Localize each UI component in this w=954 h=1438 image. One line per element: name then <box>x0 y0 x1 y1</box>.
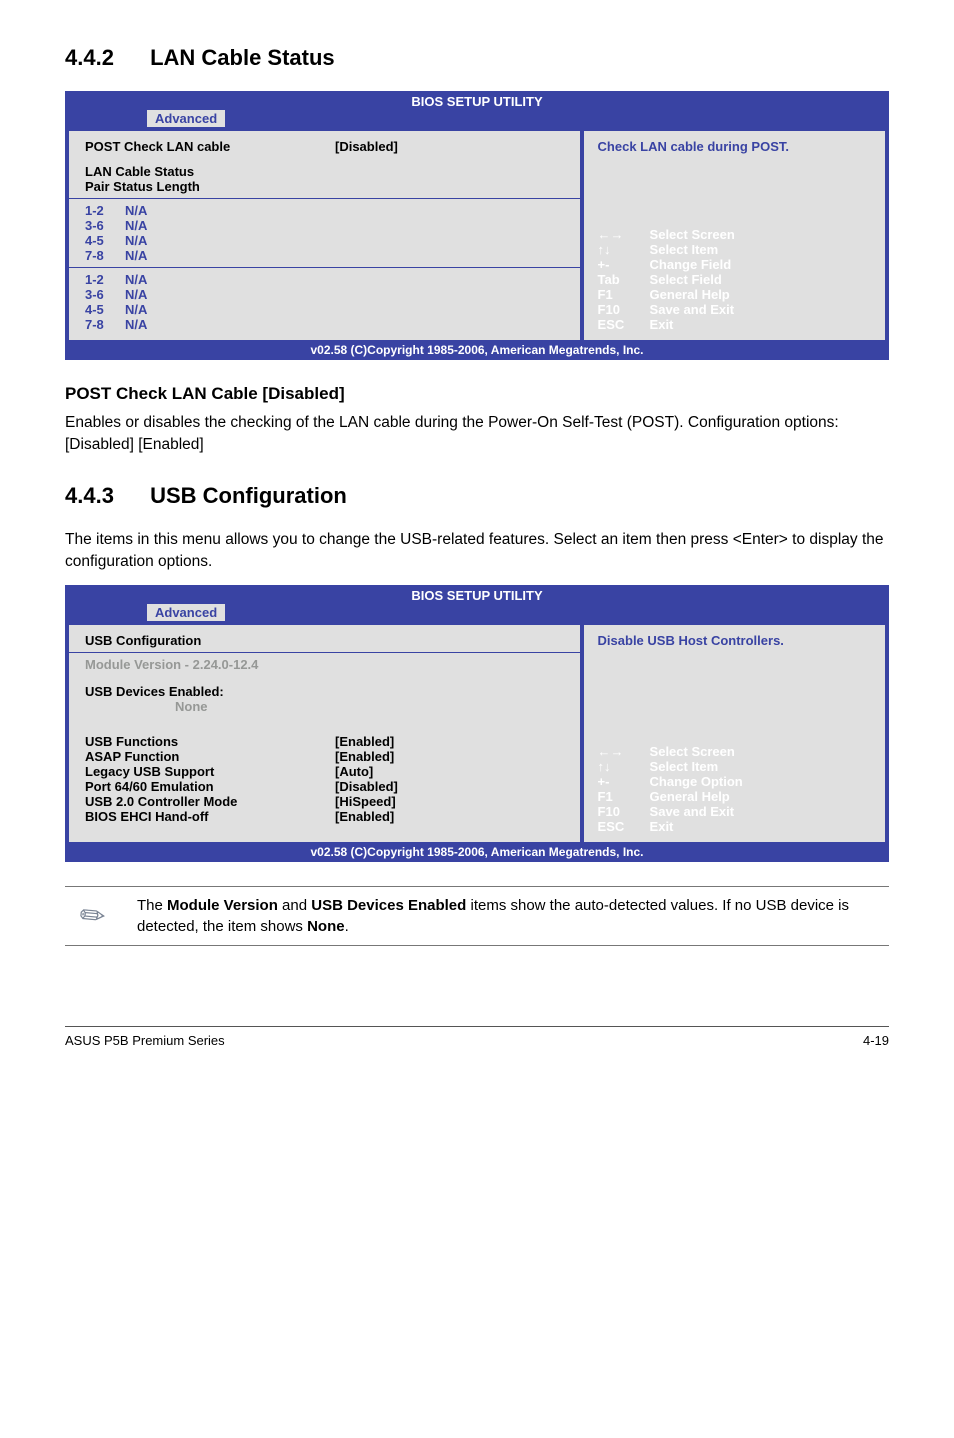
pair: 7-8 <box>85 248 125 263</box>
post-check-value[interactable]: [Disabled] <box>335 139 398 154</box>
note-text: The Module Version and USB Devices Enabl… <box>137 895 885 937</box>
divider <box>69 198 580 199</box>
bios-left-panel: POST Check LAN cable [Disabled] LAN Cabl… <box>67 129 582 342</box>
arrow-ud-icon: ↑↓ <box>598 759 650 774</box>
arrow-ud-icon: ↑↓ <box>598 242 650 257</box>
arrow-lr-icon: ←→ <box>598 227 650 242</box>
bios-footer: v02.58 (C)Copyright 1985-2006, American … <box>67 342 887 358</box>
pair: 3-6 <box>85 218 125 233</box>
bios-right-panel: Disable USB Host Controllers. ←→Select S… <box>582 623 887 844</box>
status: N/A <box>125 272 147 287</box>
bios-right-panel: Check LAN cable during POST. ←→Select Sc… <box>582 129 887 342</box>
help-text: Change Field <box>650 257 732 272</box>
lan-status-header: LAN Cable Status <box>85 164 564 179</box>
usb-config-header: USB Configuration <box>85 633 564 648</box>
item-value[interactable]: [HiSpeed] <box>335 794 396 809</box>
pair-header: Pair Status Length <box>85 179 564 194</box>
key-esc: ESC <box>598 317 650 332</box>
section-title: USB Configuration <box>150 483 347 508</box>
status: N/A <box>125 203 147 218</box>
pair: 1-2 <box>85 272 125 287</box>
pair: 4-5 <box>85 233 125 248</box>
help-text: Save and Exit <box>650 804 735 819</box>
help-text: Select Item <box>650 242 719 257</box>
help-text: Exit <box>650 317 674 332</box>
footer-right: 4-19 <box>863 1033 889 1048</box>
item-value[interactable]: [Enabled] <box>335 809 394 824</box>
status: N/A <box>125 218 147 233</box>
status: N/A <box>125 317 147 332</box>
section-number: 4.4.3 <box>65 483 114 508</box>
arrow-lr-icon: ←→ <box>598 744 650 759</box>
help-text: Exit <box>650 819 674 834</box>
item-value[interactable]: [Auto] <box>335 764 373 779</box>
note-block: ✎ The Module Version and USB Devices Ena… <box>65 886 889 946</box>
footer-left: ASUS P5B Premium Series <box>65 1033 225 1048</box>
section-443-intro: The items in this menu allows you to cha… <box>65 529 889 572</box>
module-version: Module Version - 2.24.0-12.4 <box>85 657 564 672</box>
item-label[interactable]: USB Functions <box>85 734 335 749</box>
pair: 3-6 <box>85 287 125 302</box>
item-label[interactable]: Port 64/60 Emulation <box>85 779 335 794</box>
bios-tab-bar: Advanced <box>67 604 887 623</box>
section-442-heading: 4.4.2 LAN Cable Status <box>65 45 889 71</box>
pair: 7-8 <box>85 317 125 332</box>
item-label[interactable]: Legacy USB Support <box>85 764 335 779</box>
status: N/A <box>125 302 147 317</box>
context-help: Disable USB Host Controllers. <box>598 633 871 648</box>
key-plusminus: +- <box>598 257 650 272</box>
item-label[interactable]: USB 2.0 Controller Mode <box>85 794 335 809</box>
postcheck-body: Enables or disables the checking of the … <box>65 412 889 455</box>
item-value[interactable]: [Enabled] <box>335 749 394 764</box>
divider <box>69 652 580 653</box>
bios-title: BIOS SETUP UTILITY <box>67 93 887 110</box>
key-plusminus: +- <box>598 774 650 789</box>
pencil-icon: ✎ <box>62 885 124 946</box>
help-text: General Help <box>650 287 730 302</box>
help-text: General Help <box>650 789 730 804</box>
post-check-label[interactable]: POST Check LAN cable <box>85 139 335 154</box>
item-value[interactable]: [Disabled] <box>335 779 398 794</box>
item-label[interactable]: BIOS EHCI Hand-off <box>85 809 335 824</box>
status: N/A <box>125 248 147 263</box>
key-f10: F10 <box>598 804 650 819</box>
help-text: Select Item <box>650 759 719 774</box>
status: N/A <box>125 233 147 248</box>
help-text: Select Screen <box>650 227 735 242</box>
divider <box>69 267 580 268</box>
pair: 1-2 <box>85 203 125 218</box>
help-text: Select Screen <box>650 744 735 759</box>
devices-enabled-value: None <box>85 699 564 714</box>
bios-title: BIOS SETUP UTILITY <box>67 587 887 604</box>
tab-advanced[interactable]: Advanced <box>147 604 225 621</box>
tab-advanced[interactable]: Advanced <box>147 110 225 127</box>
item-label[interactable]: ASAP Function <box>85 749 335 764</box>
status: N/A <box>125 287 147 302</box>
key-esc: ESC <box>598 819 650 834</box>
pair: 4-5 <box>85 302 125 317</box>
key-f1: F1 <box>598 789 650 804</box>
bios-tab-bar: Advanced <box>67 110 887 129</box>
help-text: Save and Exit <box>650 302 735 317</box>
bios-left-panel: USB Configuration Module Version - 2.24.… <box>67 623 582 844</box>
key-tab: Tab <box>598 272 650 287</box>
section-number: 4.4.2 <box>65 45 114 70</box>
bios-screen-usb: BIOS SETUP UTILITY Advanced USB Configur… <box>65 585 889 862</box>
section-443-heading: 4.4.3 USB Configuration <box>65 483 889 509</box>
help-text: Change Option <box>650 774 743 789</box>
bios-footer: v02.58 (C)Copyright 1985-2006, American … <box>67 844 887 860</box>
page-footer: ASUS P5B Premium Series 4-19 <box>65 1026 889 1048</box>
help-text: Select Field <box>650 272 722 287</box>
item-value[interactable]: [Enabled] <box>335 734 394 749</box>
section-title: LAN Cable Status <box>150 45 335 70</box>
bios-screen-lan: BIOS SETUP UTILITY Advanced POST Check L… <box>65 91 889 360</box>
key-f1: F1 <box>598 287 650 302</box>
context-help: Check LAN cable during POST. <box>598 139 871 154</box>
key-f10: F10 <box>598 302 650 317</box>
postcheck-heading: POST Check LAN Cable [Disabled] <box>65 384 889 404</box>
devices-enabled-header: USB Devices Enabled: <box>85 684 564 699</box>
